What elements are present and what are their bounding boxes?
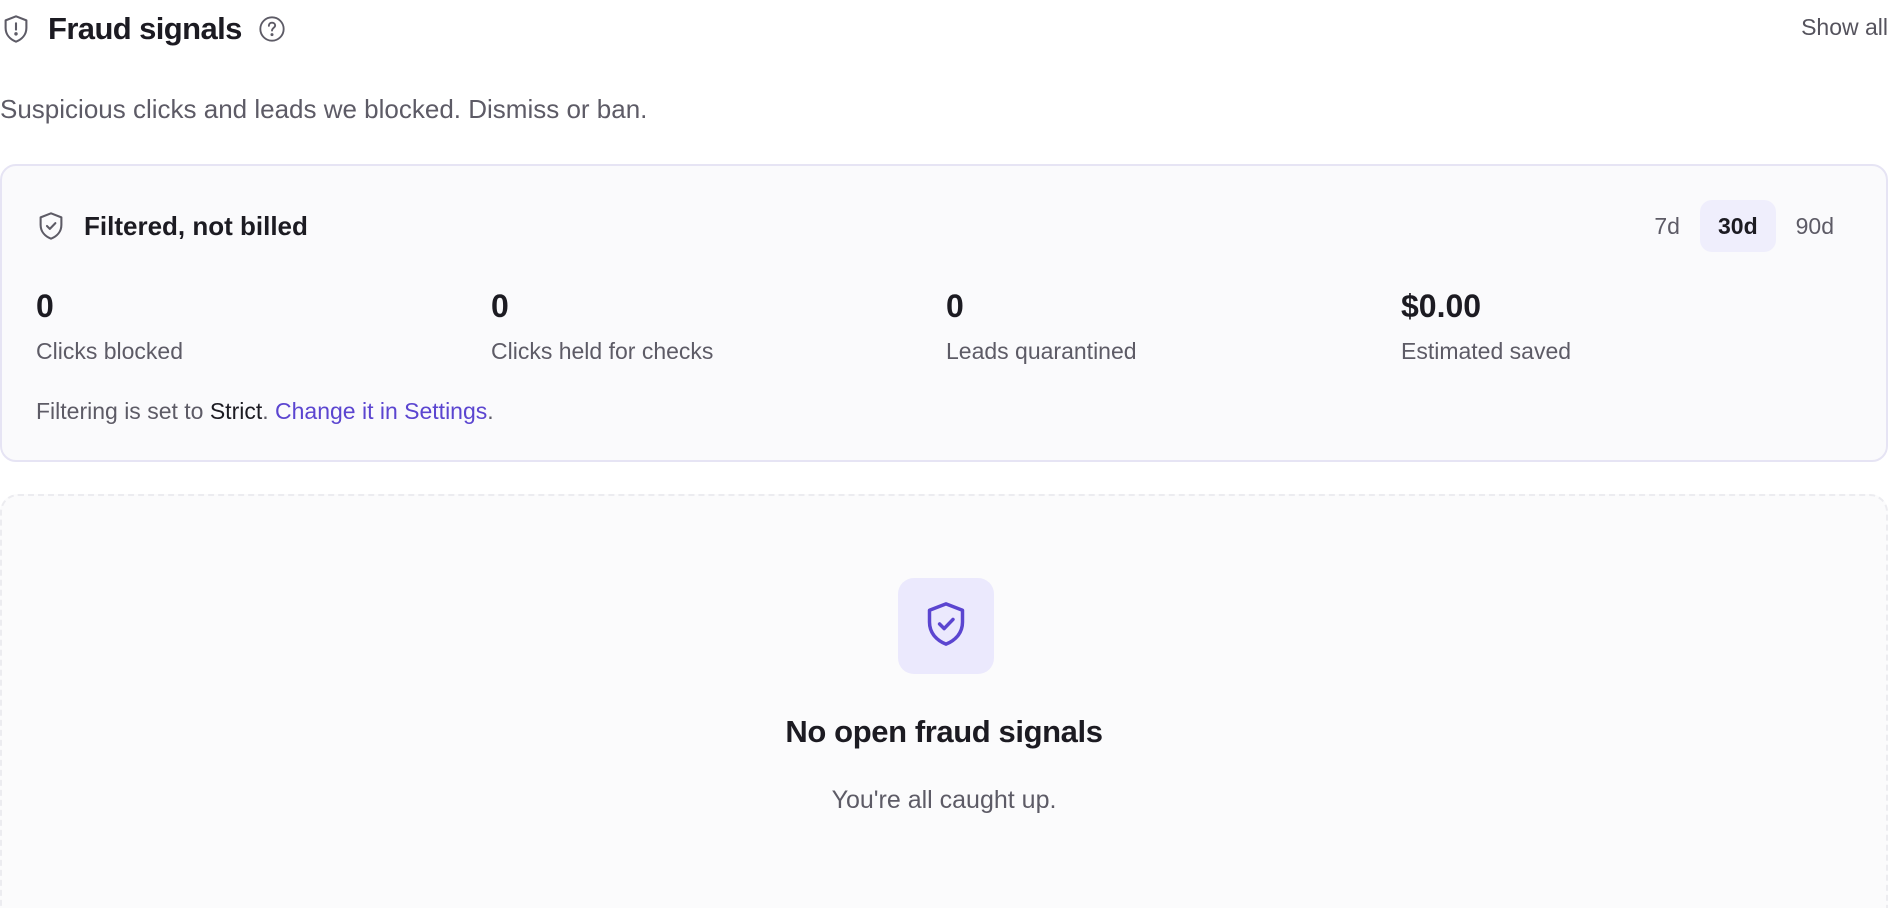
stat-value: 0 — [946, 288, 964, 324]
stat-leads-quarantined: 0 Leads quarantined — [946, 286, 1401, 365]
section-subtitle: Suspicious clicks and leads we blocked. … — [0, 94, 648, 124]
range-tab-90d[interactable]: 90d — [1778, 200, 1852, 252]
stat-label: Clicks blocked — [36, 338, 183, 364]
card-title: Filtered, not billed — [84, 210, 308, 241]
range-tab-7d[interactable]: 7d — [1636, 200, 1698, 252]
empty-state-subtitle: You're all caught up. — [831, 786, 1057, 814]
filter-note: Filtering is set to Strict. Change it in… — [36, 398, 494, 425]
stat-label: Leads quarantined — [946, 338, 1137, 364]
filtered-summary-card: Filtered, not billed 7d 30d 90d 0 Clicks… — [0, 164, 1888, 462]
stat-value: $0.00 — [1401, 288, 1482, 324]
stat-estimated-saved: $0.00 Estimated saved — [1401, 286, 1856, 365]
stats-row: 0 Clicks blocked 0 Clicks held for check… — [36, 286, 1856, 365]
shield-alert-icon — [0, 13, 32, 45]
filter-level: Strict — [209, 398, 263, 424]
shield-check-icon — [924, 600, 968, 653]
empty-state: No open fraud signals You're all caught … — [0, 494, 1888, 908]
range-tab-30d[interactable]: 30d — [1699, 200, 1776, 252]
help-circle-icon[interactable] — [258, 15, 286, 43]
range-tabs: 7d 30d 90d — [1636, 200, 1852, 252]
show-all-link[interactable]: Show all — [1801, 14, 1888, 41]
stat-label: Clicks held for checks — [491, 338, 714, 364]
stat-label: Estimated saved — [1401, 338, 1572, 364]
filter-note-suffix: . — [487, 398, 494, 424]
stat-clicks-blocked: 0 Clicks blocked — [36, 286, 491, 365]
stat-value: 0 — [36, 288, 54, 324]
change-settings-link[interactable]: Change it in Settings — [275, 398, 487, 424]
card-header: Filtered, not billed — [36, 210, 308, 242]
shield-check-icon — [36, 210, 66, 242]
filter-note-prefix: Filtering is set to — [36, 398, 210, 424]
stat-clicks-held: 0 Clicks held for checks — [491, 286, 946, 365]
filter-note-sep: . — [262, 398, 276, 424]
stat-value: 0 — [491, 288, 509, 324]
fraud-signals-page: Fraud signals Show all Suspicious clicks… — [0, 0, 1888, 908]
section-title: Fraud signals — [48, 11, 242, 46]
section-header: Fraud signals Show all — [0, 0, 1888, 58]
empty-state-title: No open fraud signals — [785, 714, 1103, 749]
empty-state-badge — [898, 578, 994, 674]
